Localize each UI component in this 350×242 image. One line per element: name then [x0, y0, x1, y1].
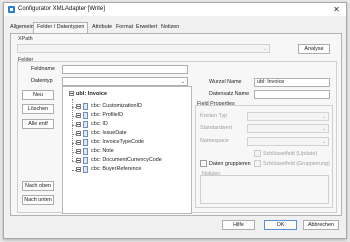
- tab-notizen[interactable]: Notizen: [161, 24, 179, 33]
- field-tree[interactable]: ubl: Invoice cbc: CustomizationID cbc: P…: [62, 86, 192, 214]
- standardwert-combo: ⌄: [247, 124, 329, 133]
- xpath-combo[interactable]: ⌄: [17, 44, 270, 53]
- collapse-icon[interactable]: [76, 158, 81, 163]
- element-icon: [83, 130, 88, 137]
- title-bar: Configurator XMLAdapter [Write] ✕: [4, 3, 346, 16]
- namespace-label: Namespace: [200, 138, 229, 144]
- datensatz-name-label: Datensatz Name: [209, 91, 250, 97]
- knoten-typ-combo: ⌄: [247, 112, 329, 121]
- feldname-label: Feldname: [31, 66, 55, 72]
- schluesselfeld-gruppierung-checkbox: [254, 160, 261, 167]
- collapse-icon[interactable]: [76, 122, 81, 127]
- schluesselfeld-gruppierung-label: Schlüsselfeld (Gruppierung): [263, 161, 330, 167]
- element-icon: [83, 121, 88, 128]
- collapse-icon[interactable]: [76, 113, 81, 118]
- tab-attribute[interactable]: Attribute: [92, 24, 112, 33]
- datentyp-label: Datentyp: [31, 78, 53, 84]
- window-title: Configurator XMLAdapter [Write]: [18, 6, 105, 12]
- collapse-icon[interactable]: [76, 167, 81, 172]
- nach-unten-button[interactable]: Nach unten: [22, 195, 54, 205]
- daten-gruppieren-label: Daten gruppieren: [209, 161, 251, 167]
- tab-allgemein[interactable]: Allgemein: [10, 24, 34, 33]
- datentyp-combo[interactable]: ⌄: [62, 77, 188, 86]
- element-icon: [83, 103, 88, 110]
- tab-erweitert[interactable]: Erweitert: [136, 24, 157, 33]
- abbrechen-button[interactable]: Abbrechen: [303, 220, 339, 230]
- neu-button[interactable]: Neu: [22, 90, 54, 100]
- daten-gruppieren-checkbox[interactable]: [200, 160, 207, 167]
- chevron-down-icon: ⌄: [321, 114, 326, 120]
- namespace-combo: ⌄: [247, 137, 329, 146]
- schluesselfeld-update-label: Schlüsselfeld (Update): [263, 151, 318, 157]
- xpath-label: XPath: [18, 36, 33, 42]
- knoten-typ-label: Knoten Typ: [200, 113, 228, 119]
- feldname-input[interactable]: [62, 65, 188, 74]
- loeschen-button[interactable]: Löschen: [22, 104, 54, 114]
- tree-root-node[interactable]: ubl: Invoice: [69, 91, 107, 99]
- tab-panel-felder: XPath ⌄ Analyse Felder Feldname Datentyp…: [10, 33, 342, 216]
- collapse-icon[interactable]: [76, 140, 81, 145]
- element-icon: [83, 166, 88, 173]
- chevron-down-icon: ⌄: [321, 139, 326, 145]
- tab-format[interactable]: Format: [116, 24, 133, 33]
- chevron-down-icon: ⌄: [321, 126, 326, 132]
- chevron-down-icon: ⌄: [180, 79, 185, 85]
- collapse-icon[interactable]: [76, 104, 81, 109]
- notizen-group: [200, 175, 329, 204]
- analyse-button[interactable]: Analyse: [298, 44, 330, 54]
- schluesselfeld-update-checkbox: [254, 150, 261, 157]
- chevron-down-icon: ⌄: [262, 46, 267, 52]
- element-icon: [83, 139, 88, 146]
- hilfe-button[interactable]: Hilfe: [222, 220, 255, 230]
- tab-felder-datentypen[interactable]: Felder / Datentypen: [33, 22, 89, 33]
- collapse-icon[interactable]: [76, 131, 81, 136]
- nach-oben-button[interactable]: Nach oben: [22, 181, 54, 191]
- element-icon: [83, 157, 88, 164]
- app-icon: [8, 6, 15, 13]
- alle-entf-button[interactable]: Alle entf: [22, 119, 54, 129]
- configurator-window: Configurator XMLAdapter [Write] ✕ Allgem…: [3, 2, 347, 239]
- element-icon: [83, 148, 88, 155]
- wurzel-name-label: Wurzel Name: [209, 79, 242, 85]
- collapse-icon[interactable]: [69, 91, 74, 97]
- collapse-icon[interactable]: [76, 149, 81, 154]
- wurzel-name-input[interactable]: ubl: Invoice: [254, 78, 330, 87]
- element-icon: [83, 112, 88, 119]
- ok-button[interactable]: OK: [264, 220, 297, 230]
- datensatz-name-input[interactable]: [254, 90, 330, 99]
- close-icon[interactable]: ✕: [332, 5, 341, 14]
- standardwert-label: Standardwert: [200, 125, 233, 131]
